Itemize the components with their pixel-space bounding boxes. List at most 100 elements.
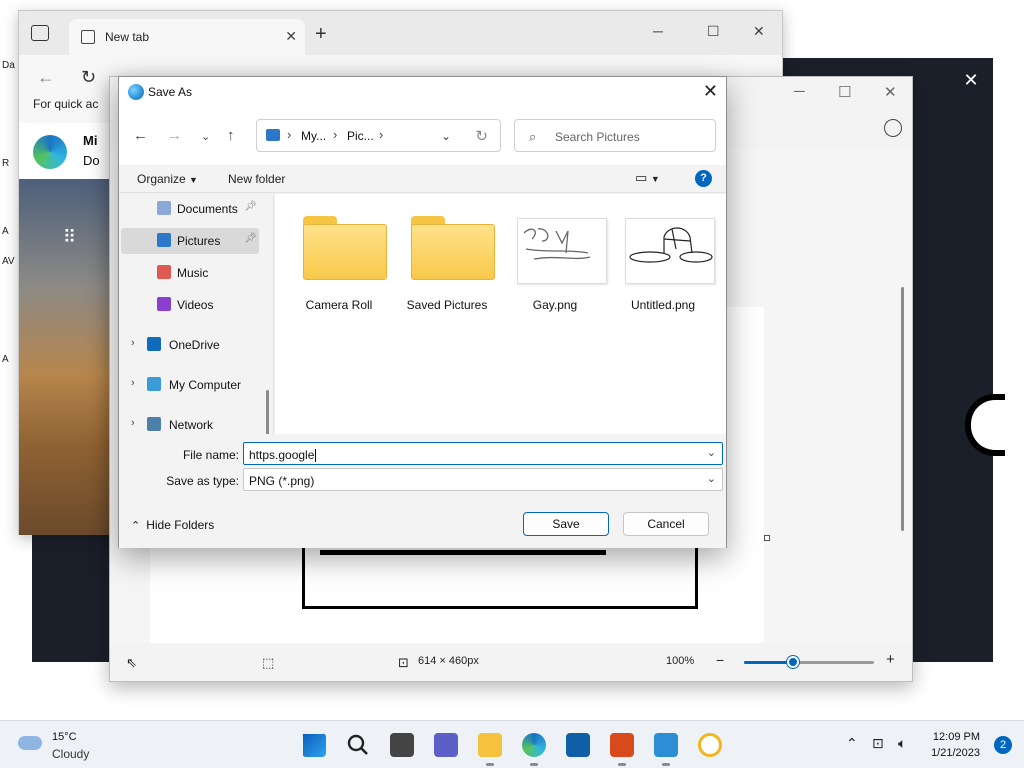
organize-button[interactable]: Organize ▼ <box>137 172 198 186</box>
notification-badge[interactable]: 2 <box>994 736 1012 754</box>
sidebar-item-videos[interactable]: Videos <box>121 292 259 318</box>
desktop-icon-label[interactable]: R <box>2 158 9 169</box>
running-indicator <box>662 763 670 766</box>
background-drawing <box>965 394 1005 456</box>
image-file-item[interactable]: Untitled.png <box>613 212 715 322</box>
computer-icon <box>147 377 161 391</box>
breadcrumb-segment[interactable]: My... <box>301 129 326 143</box>
volume-icon[interactable]: 🔈︎ <box>898 735 906 752</box>
file-explorer-icon[interactable] <box>478 733 502 757</box>
save-button[interactable]: Save <box>523 512 609 536</box>
pictures-icon <box>157 233 171 247</box>
view-options-icon[interactable]: ▭ ▼ <box>635 170 660 186</box>
zoom-slider-thumb[interactable] <box>787 656 800 668</box>
desktop-icon-label[interactable]: Da <box>2 60 15 71</box>
chevron-down-icon[interactable]: ⌄ <box>441 129 451 143</box>
recent-locations-icon[interactable]: ⌄ <box>201 130 210 143</box>
maximize-icon[interactable]: ☐ <box>707 23 720 40</box>
clock[interactable]: 12:09 PM 1/21/2023 <box>931 729 980 761</box>
chevron-right-icon: › <box>287 127 292 142</box>
folder-item[interactable]: Camera Roll <box>289 212 389 322</box>
desktop-icon-label[interactable]: A <box>2 226 9 237</box>
refresh-icon[interactable]: ↻ <box>475 127 488 145</box>
minimize-icon[interactable]: ─ <box>794 83 805 100</box>
minimize-icon[interactable]: ─ <box>653 23 663 39</box>
store-icon[interactable] <box>566 733 590 757</box>
zoom-slider[interactable] <box>744 656 874 668</box>
zoom-out-icon[interactable]: − <box>716 652 724 668</box>
new-folder-button[interactable]: New folder <box>228 172 285 186</box>
network-icon <box>147 417 161 431</box>
pictures-icon <box>266 129 280 141</box>
file-name-input[interactable]: https.google ⌄ <box>243 442 723 465</box>
search-box[interactable]: ⌕ Search Pictures <box>514 119 716 152</box>
tab-actions-icon[interactable] <box>31 25 49 41</box>
sidebar-item-onedrive[interactable]: › OneDrive <box>121 332 259 358</box>
close-icon[interactable]: ✕ <box>703 81 718 102</box>
chevron-up-icon[interactable]: ⌃ <box>846 735 858 752</box>
close-icon[interactable]: ✕ <box>753 23 765 40</box>
new-tab-icon <box>81 30 95 44</box>
search-icon[interactable] <box>346 733 370 757</box>
expand-chevron-icon[interactable]: › <box>131 417 135 429</box>
sidebar-item-pictures[interactable]: Pictures 📌︎ <box>121 228 259 254</box>
task-view-icon[interactable] <box>390 733 414 757</box>
start-icon[interactable] <box>302 733 326 757</box>
close-icon[interactable]: ✕ <box>957 66 985 94</box>
zoom-level[interactable]: 100% <box>666 655 694 667</box>
close-tab-icon[interactable]: ✕ <box>285 28 297 45</box>
desktop-icon-label[interactable]: A <box>2 354 9 365</box>
chevron-down-icon[interactable]: ⌄ <box>707 446 716 459</box>
teams-chat-icon[interactable] <box>434 733 458 757</box>
forward-icon[interactable]: → <box>167 127 182 144</box>
vertical-scrollbar[interactable] <box>901 287 904 531</box>
image-file-item[interactable]: Gay.png <box>505 212 607 322</box>
address-bar[interactable]: › My... › Pic... › ⌄ ↻ <box>256 119 501 152</box>
hide-folders-button[interactable]: ⌃ Hide Folders <box>131 518 214 532</box>
back-icon[interactable]: ← <box>37 67 55 88</box>
expand-chevron-icon[interactable]: › <box>131 337 135 349</box>
navigation-scrollbar[interactable] <box>266 390 269 434</box>
chevron-down-icon[interactable]: ⌄ <box>707 472 716 485</box>
canvas-resize-handle[interactable] <box>764 535 770 541</box>
refresh-icon[interactable]: ↻ <box>81 67 96 88</box>
paint-icon[interactable] <box>654 733 678 757</box>
selection-icon: ⬚ <box>262 655 275 670</box>
sidebar-item-my-computer[interactable]: › My Computer <box>121 372 259 398</box>
vpn-icon[interactable] <box>698 733 722 757</box>
settings-icon[interactable] <box>884 119 902 137</box>
weather-temperature[interactable]: 15°C <box>52 731 77 743</box>
favorites-bar-text: For quick ac <box>33 97 99 111</box>
cancel-button[interactable]: Cancel <box>623 512 709 536</box>
weather-condition[interactable]: Cloudy <box>52 747 89 761</box>
tab-new-tab[interactable]: New tab ✕ <box>69 19 305 55</box>
apps-grid-icon[interactable]: ⠿ <box>63 227 76 248</box>
expand-chevron-icon[interactable]: › <box>131 377 135 389</box>
folder-item[interactable]: Saved Pictures <box>397 212 497 322</box>
running-indicator <box>530 763 538 766</box>
chevron-right-icon[interactable]: › <box>379 127 383 142</box>
maximize-icon[interactable]: ☐ <box>838 83 851 101</box>
sidebar-item-documents[interactable]: Documents 📌︎ <box>121 196 259 222</box>
image-thumbnail <box>511 212 607 284</box>
sidebar-item-music[interactable]: Music <box>121 260 259 286</box>
help-icon[interactable]: ? <box>695 170 712 187</box>
promo-title: Mi <box>83 133 98 148</box>
sidebar-item-network[interactable]: › Network <box>121 412 259 434</box>
cloud-icon[interactable] <box>18 736 42 750</box>
save-type-select[interactable]: PNG (*.png) ⌄ <box>243 468 723 491</box>
onedrive-icon <box>147 337 161 351</box>
zoom-in-icon[interactable]: + <box>886 651 895 668</box>
network-icon[interactable]: ⊡ <box>872 735 884 752</box>
dialog-title-bar: Save As ✕ <box>119 77 726 107</box>
breadcrumb-segment[interactable]: Pic... <box>347 129 374 143</box>
close-icon[interactable]: ✕ <box>884 83 897 101</box>
canvas-size-icon: ⊡ <box>398 655 409 670</box>
new-tab-button[interactable]: + <box>315 23 327 46</box>
desktop-icon-label[interactable]: AV <box>2 256 15 267</box>
office-icon[interactable] <box>610 733 634 757</box>
up-icon[interactable]: ↑ <box>227 127 235 144</box>
back-icon[interactable]: ← <box>133 127 148 144</box>
edge-icon[interactable] <box>522 733 546 757</box>
save-fields: File name: https.google ⌄ Save as type: … <box>119 434 726 492</box>
